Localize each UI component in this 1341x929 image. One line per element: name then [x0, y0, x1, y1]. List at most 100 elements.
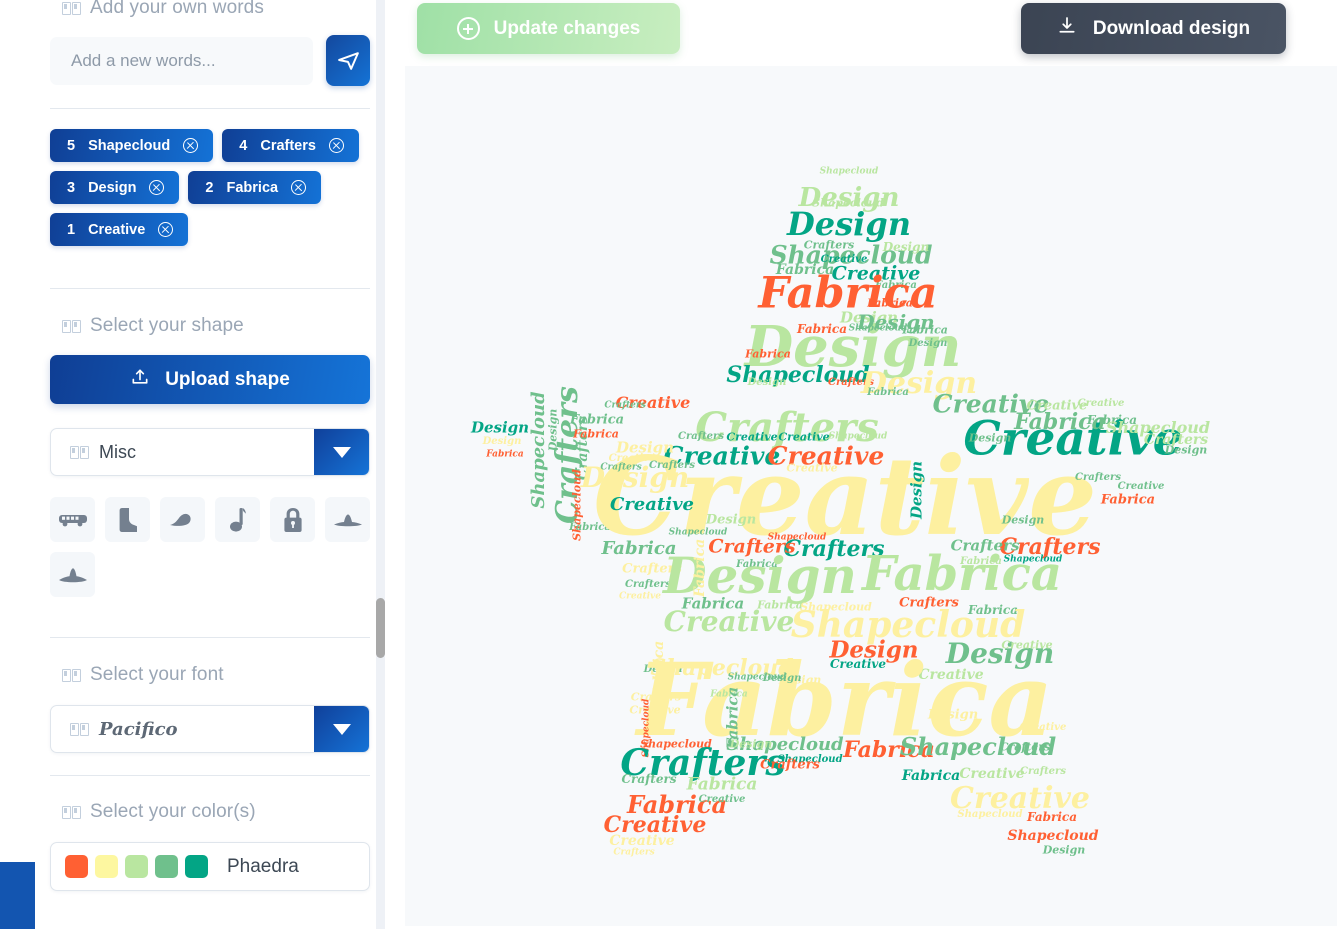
wordcloud-word: Shapecloud: [528, 391, 549, 509]
wordcloud-word: Design: [747, 377, 787, 388]
palette-swatch: [95, 855, 118, 878]
wordcloud-word: Design: [546, 408, 560, 452]
font-label-text: Select your font: [90, 664, 224, 685]
upload-icon: [130, 367, 150, 393]
wordcloud-word: Shapecloud: [1007, 828, 1099, 844]
wordcloud-word: Design: [787, 205, 911, 243]
sidebar-scrollbar-thumb[interactable]: [376, 598, 385, 658]
shape-thumb-lock[interactable]: [270, 497, 315, 542]
add-words-input[interactable]: [50, 36, 313, 85]
tofu-glyph-icon: [70, 722, 89, 736]
shape-thumb-sombrero[interactable]: [325, 497, 370, 542]
wordcloud-word: Creative: [698, 794, 746, 805]
wordcloud-word: Design: [705, 512, 757, 528]
wordcloud-word: Fabrica: [692, 538, 708, 598]
sidebar-scrollbar-track[interactable]: [376, 0, 385, 929]
wordcloud-word: Shapecloud: [767, 532, 827, 543]
tofu-glyph-icon: [62, 668, 81, 682]
download-design-button[interactable]: Download design: [1021, 3, 1286, 54]
sombrero-icon: [333, 511, 363, 529]
circle-plus-icon: [456, 17, 480, 40]
tofu-glyph-icon: [62, 1, 81, 15]
wordcloud-word: Crafters: [999, 740, 1051, 754]
left-edge-accent-bar: [0, 862, 35, 929]
tag-word: Crafters: [260, 137, 316, 154]
font-select[interactable]: Pacifico: [50, 705, 370, 753]
wordcloud-word: Shapecloud: [957, 809, 1023, 820]
tag-count: 5: [67, 137, 76, 154]
wordcloud-word: Creative: [629, 703, 681, 717]
shape-category-face[interactable]: Misc: [51, 429, 314, 475]
shape-label-text: Select your shape: [90, 315, 244, 336]
wordcloud-word: Design: [1164, 443, 1208, 457]
download-icon: [1057, 15, 1077, 42]
wordcloud-word: Fabrica: [775, 262, 835, 278]
chevron-down-icon: [332, 446, 351, 458]
wordcloud-word: Design: [1001, 513, 1045, 527]
wordcloud-canvas[interactable]: Shapecloud Design Shapecloud Shapecloud Fabr…: [405, 66, 1337, 926]
wordcloud-word: Fabrica: [867, 296, 913, 310]
tag-count: 2: [205, 179, 214, 196]
send-icon: [336, 48, 361, 73]
remove-tag-icon[interactable]: [158, 222, 174, 237]
wordcloud-word: Crafters: [1020, 766, 1066, 777]
wordcloud-word: Fabrica: [901, 768, 961, 784]
upload-shape-button[interactable]: Upload shape: [50, 355, 370, 404]
wordcloud-word: Crafters: [803, 238, 855, 252]
shape-thumb-wide-hat[interactable]: [50, 552, 95, 597]
update-changes-button[interactable]: Update changes: [417, 3, 680, 54]
word-tag[interactable]: 1 Creative: [50, 213, 189, 246]
send-word-button[interactable]: [326, 35, 370, 86]
wordcloud-word: Crafters: [613, 847, 655, 858]
font-select-face[interactable]: Pacifico: [51, 706, 314, 752]
divider-after-shapes: [50, 637, 370, 638]
wordcloud-word: Fabrica: [867, 387, 909, 398]
font-dropdown-button[interactable]: [314, 706, 369, 752]
music-note-icon: [229, 507, 247, 533]
font-value: Pacifico: [99, 718, 178, 740]
palette-swatch: [185, 855, 208, 878]
tag-word: Creative: [88, 221, 146, 238]
tag-count: 4: [239, 137, 248, 154]
wordcloud-word: Crafters: [649, 460, 695, 471]
wordcloud-word: Design: [1042, 843, 1086, 857]
tag-count: 3: [67, 179, 76, 196]
wordcloud-word: Shapecloud: [819, 166, 879, 177]
wordcloud-word: Design: [882, 240, 930, 254]
wordcloud-word: Design: [470, 418, 530, 437]
word-tag[interactable]: 5 Shapecloud: [50, 129, 214, 162]
palette-swatch: [65, 855, 88, 878]
shape-thumb-hat[interactable]: [160, 497, 205, 542]
wordcloud-word: Fabrica: [797, 322, 847, 336]
wordcloud-word: Creative: [619, 591, 661, 602]
shape-thumb-music-note[interactable]: [215, 497, 260, 542]
download-design-label: Download design: [1092, 17, 1251, 39]
word-tag[interactable]: 4 Crafters: [222, 129, 359, 162]
canvas-area: Update changes Download design Shapeclou…: [385, 0, 1341, 929]
shape-thumb-boot[interactable]: [105, 497, 150, 542]
word-tag[interactable]: 3 Design: [50, 171, 180, 204]
shape-category-select[interactable]: Misc: [50, 428, 370, 476]
shape-thumb-bus[interactable]: [50, 497, 95, 542]
wordcloud-word: Fabrica: [486, 449, 524, 460]
remove-tag-icon[interactable]: [291, 180, 307, 195]
shape-thumbnail-grid: [42, 476, 380, 597]
remove-tag-icon[interactable]: [183, 138, 199, 153]
wordcloud-word: Fabrica: [902, 323, 948, 337]
wordcloud-word: Fabrica: [1100, 492, 1156, 508]
remove-tag-icon[interactable]: [149, 180, 165, 195]
palette-name: Phaedra: [227, 855, 299, 877]
add-words-section-label: Add your own words: [42, 0, 378, 21]
palette-swatch: [155, 855, 178, 878]
tag-count: 1: [67, 221, 76, 238]
remove-tag-icon[interactable]: [328, 138, 344, 153]
divider-after-font: [50, 775, 370, 776]
color-palette-select[interactable]: Phaedra: [50, 842, 370, 891]
colors-section-label: Select your color(s): [42, 799, 378, 825]
wordcloud-word: Fabrica: [862, 546, 1062, 602]
update-changes-label: Update changes: [493, 17, 641, 39]
wordcloud-render: Shapecloud Design Shapecloud Shapecloud Fabr…: [405, 66, 1337, 926]
shape-category-dropdown-button[interactable]: [314, 429, 369, 475]
wordcloud-word: Design: [482, 436, 522, 447]
word-tag[interactable]: 2 Fabrica: [188, 171, 322, 204]
